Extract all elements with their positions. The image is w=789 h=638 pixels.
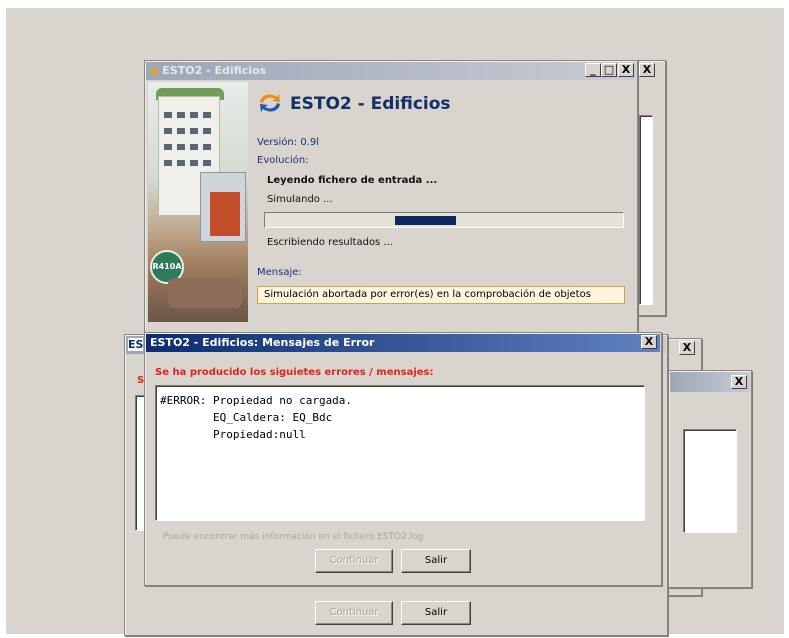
app-titlebar: ◆ ESTO2 - Edificios: [146, 62, 636, 80]
maximize-button[interactable]: □: [601, 63, 617, 77]
app-icon: ◆: [150, 64, 163, 77]
error-line: EQ_Caldera: EQ_Bdc: [160, 411, 333, 424]
background-exit-button[interactable]: Salir: [401, 601, 471, 625]
close-button[interactable]: X: [641, 335, 657, 349]
close-button[interactable]: X: [731, 375, 747, 389]
stage-simulating: Simulando ...: [267, 194, 333, 205]
log-info-text: Puede encontrar más información en el fi…: [163, 532, 424, 542]
building-windows: [164, 128, 214, 134]
simulation-progress-bar: [264, 212, 624, 228]
app-heading: ESTO2 - Edificios: [290, 94, 451, 114]
building-illustration: R410A: [148, 82, 248, 322]
message-field: Simulación abortada por error(es) en la …: [257, 286, 625, 304]
close-button[interactable]: X: [679, 341, 695, 355]
close-button[interactable]: X: [618, 63, 634, 77]
error-dialog-titlebar: ESTO2 - Edificios: Mensajes de Error: [146, 334, 660, 352]
refresh-logo-icon: [260, 94, 280, 112]
message-label: Mensaje:: [257, 267, 302, 278]
app-window: ◆ ESTO2 - Edificios _ □ X R410A ESTO2 - …: [144, 60, 638, 350]
exit-button[interactable]: Salir: [401, 549, 471, 573]
building-windows: [164, 160, 214, 166]
window-panel: [639, 115, 653, 305]
building-windows: [164, 144, 214, 150]
error-dialog: ESTO2 - Edificios: Mensajes de Error X S…: [144, 332, 662, 586]
close-button[interactable]: X: [639, 63, 655, 77]
app-title-text: ESTO2 - Edificios: [162, 64, 267, 77]
interior-sofa: [168, 278, 242, 308]
stage-reading-input: Leyendo fichero de entrada ...: [267, 175, 438, 186]
version-label: Versión: 0.9l: [257, 137, 319, 148]
progress-fill: [395, 216, 456, 225]
error-heading: Se ha producido los siguietes errores / …: [155, 367, 434, 378]
error-messages-textarea[interactable]: #ERROR: Propiedad no cargada. EQ_Caldera…: [155, 385, 645, 521]
window-panel: [683, 429, 737, 533]
version-value: 0.9l: [300, 137, 320, 148]
building-windows: [164, 112, 214, 118]
continue-button[interactable]: Continuar: [315, 549, 393, 573]
background-continue-button[interactable]: Continuar: [315, 601, 393, 625]
error-line: #ERROR: Propiedad no cargada.: [160, 394, 353, 407]
minimize-button[interactable]: _: [585, 63, 601, 77]
stage-writing-results: Escribiendo resultados ...: [267, 237, 393, 248]
hvac-unit-detail: [210, 192, 240, 236]
stacked-window-right-3: X: [668, 370, 752, 588]
error-line: Propiedad:null: [160, 428, 306, 441]
error-dialog-title: ESTO2 - Edificios: Mensajes de Error: [150, 336, 375, 349]
evolution-label: Evolución:: [257, 155, 309, 166]
background-dialog-title: ES: [128, 338, 144, 351]
version-label-text: Versión:: [257, 137, 298, 148]
